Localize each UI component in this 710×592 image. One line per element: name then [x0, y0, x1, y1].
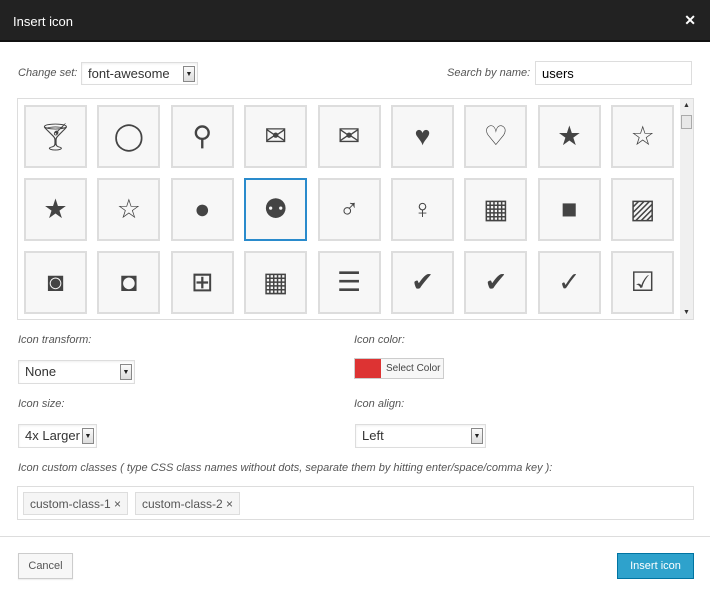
th-list-icon: ☰ [336, 267, 362, 297]
tag-custom-class-1[interactable]: custom-class-1 × [23, 492, 129, 515]
icon-cell-film[interactable]: ▦ [464, 178, 528, 241]
user-icon: ● [194, 194, 211, 224]
icon-cell-th[interactable]: ▦ [244, 251, 308, 314]
icon-grid: 🍸︎ ◯ ⚲ ✉ ✉ ♥ ♡ ★ ☆ ★ ☆ ● ⚉ ♂ ♀ ▦ ■ ▨ ◙ ◘ ⊞ ▦ ☰ ✔ ✔ ✓ ☑ [17, 98, 694, 320]
footer-divider [0, 536, 710, 537]
icon-cell-camera[interactable]: ◙ [24, 251, 87, 314]
icon-cell-envelope[interactable]: ✉ [317, 105, 381, 168]
female-icon: ♀ [412, 194, 433, 224]
cancel-button[interactable]: Cancel [18, 553, 73, 579]
chevron-down-icon: ▼ [183, 66, 195, 82]
icon-cell-glass[interactable]: 🍸︎ [24, 105, 87, 168]
search-input[interactable] [535, 61, 692, 85]
icon-cell-star[interactable]: ★ [537, 105, 601, 168]
transform-label: Icon transform: [18, 334, 92, 346]
film-icon: ▦ [483, 194, 509, 224]
close-icon[interactable]: ✕ [684, 12, 696, 29]
icon-cell-th-list[interactable]: ☰ [317, 251, 381, 314]
check-circle-icon: ✔ [484, 267, 508, 297]
icon-cell-female[interactable]: ♀ [391, 178, 454, 241]
size-select[interactable]: 4x Larger ▼ [18, 424, 97, 448]
change-set-label: Change set: [18, 67, 78, 79]
lemon-icon: ◯ [113, 121, 144, 151]
insert-icon-button[interactable]: Insert icon [617, 553, 694, 579]
star-o-icon: ☆ [630, 121, 655, 151]
icon-cell-picture-o[interactable]: ▨ [611, 178, 675, 241]
check-square-icon: ☑ [630, 267, 655, 297]
size-value: 4x Larger [25, 428, 80, 443]
icon-cell-lemon[interactable]: ◯ [97, 105, 161, 168]
th-large-icon: ⊞ [190, 267, 214, 297]
align-label: Icon align: [354, 398, 405, 410]
tag-custom-class-2[interactable]: custom-class-2 × [135, 492, 241, 515]
custom-classes-label: Icon custom classes ( type CSS class nam… [18, 462, 553, 474]
icon-cell-th-large[interactable]: ⊞ [170, 251, 234, 314]
icon-cell-envelope-o[interactable]: ✉ [244, 105, 308, 168]
glass-icon: 🍸︎ [38, 121, 73, 152]
icon-cell-users[interactable]: ⚉ [244, 178, 308, 241]
icon-cell-heart[interactable]: ♥ [391, 105, 454, 168]
select-color-button[interactable]: Select Color [354, 358, 444, 379]
scrollbar-thumb[interactable] [681, 115, 692, 129]
chevron-down-icon: ▼ [471, 428, 483, 444]
icon-cell-search[interactable]: ⚲ [170, 105, 234, 168]
change-set-value: font-awesome [88, 66, 170, 81]
heart-icon: ♥ [414, 121, 431, 151]
heart-o-icon: ♡ [483, 121, 508, 151]
align-select[interactable]: Left ▼ [355, 424, 486, 448]
search-icon: ⚲ [192, 121, 213, 151]
icon-cell-camera-retro[interactable]: ◘ [97, 251, 161, 314]
icon-cell-check-circle[interactable]: ✔ [464, 251, 528, 314]
select-color-label: Select Color [386, 363, 441, 374]
check-circle-o-icon: ✓ [557, 267, 581, 297]
icon-cell-heart-o[interactable]: ♡ [464, 105, 528, 168]
icon-cell-male[interactable]: ♂ [317, 178, 381, 241]
icon-cell-star-half-o[interactable]: ☆ [97, 178, 161, 241]
custom-classes-input[interactable]: custom-class-1 × custom-class-2 × [17, 486, 694, 520]
envelope-o-icon: ✉ [264, 121, 287, 151]
scrollbar[interactable]: ▲ ▼ [680, 99, 693, 319]
icon-cell-check-square[interactable]: ☑ [611, 251, 675, 314]
picture-o-icon: ▨ [629, 194, 656, 224]
scroll-down-icon[interactable]: ▼ [683, 309, 690, 316]
check-icon: ✔ [411, 267, 434, 297]
video-camera-icon: ■ [561, 194, 578, 224]
camera-icon: ◙ [47, 267, 64, 297]
icon-cell-star-half[interactable]: ★ [24, 178, 87, 241]
size-label: Icon size: [18, 398, 65, 410]
chevron-down-icon: ▼ [120, 364, 132, 380]
transform-select[interactable]: None ▼ [18, 360, 135, 384]
envelope-icon: ✉ [337, 121, 361, 151]
icon-cell-check-circle-o[interactable]: ✓ [537, 251, 601, 314]
transform-value: None [25, 364, 57, 379]
icon-cell-video-camera[interactable]: ■ [537, 178, 601, 241]
color-swatch [355, 359, 381, 378]
th-icon: ▦ [262, 267, 289, 297]
dialog-header: Insert icon ✕ [0, 0, 710, 42]
change-set-select[interactable]: font-awesome ▼ [81, 62, 198, 85]
chevron-down-icon: ▼ [82, 428, 94, 444]
icon-cell-star-o[interactable]: ☆ [611, 105, 675, 168]
star-half-icon: ★ [43, 194, 68, 224]
users-icon: ⚉ [263, 194, 288, 224]
icon-cell-check[interactable]: ✔ [391, 251, 454, 314]
camera-retro-icon: ◘ [120, 267, 138, 297]
male-icon: ♂ [338, 194, 360, 224]
scroll-up-icon[interactable]: ▲ [683, 102, 690, 109]
icon-cell-user[interactable]: ● [170, 178, 234, 241]
color-label: Icon color: [354, 334, 405, 346]
star-icon: ★ [557, 121, 582, 151]
align-value: Left [362, 428, 384, 443]
star-half-o-icon: ☆ [116, 194, 141, 224]
dialog-title: Insert icon [13, 14, 73, 29]
search-label: Search by name: [447, 67, 531, 79]
